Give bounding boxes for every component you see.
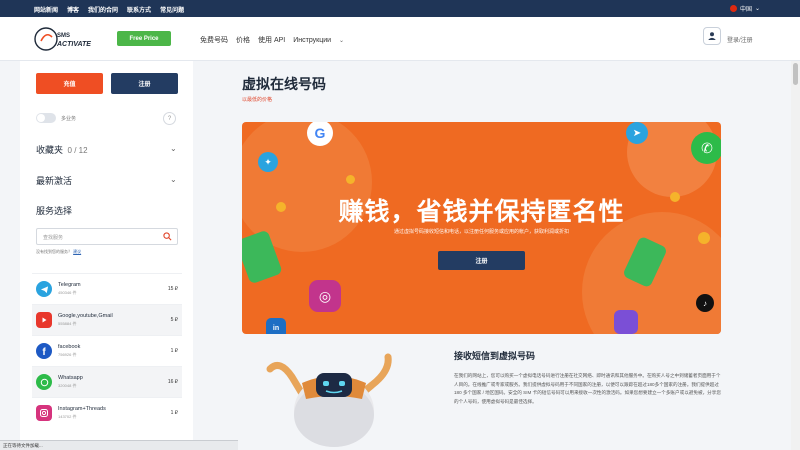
search-placeholder: 查找服务 <box>43 235 64 241</box>
service-item-telegram[interactable]: Telegram 450346 件 15 ₽ <box>32 273 182 304</box>
chevron-down-icon[interactable]: ⌄ <box>170 175 177 184</box>
site-header: SMS ACTIVATE Free Price 免费号码 价格 使用 API И… <box>0 17 800 61</box>
hint-text: 没有找到您的服务？ <box>36 249 72 254</box>
top-info-bar: 网站新闻 博客 我们的合同 联系方式 常见问题 中国 ⌄ <box>0 0 800 17</box>
recent-section[interactable]: 最新激活 <box>36 174 72 187</box>
favorites-title: 收藏夹 <box>36 145 64 155</box>
service-name: Telegram <box>58 282 81 288</box>
favorites-count: 0 / 12 <box>67 146 88 155</box>
instagram-icon <box>36 405 52 421</box>
service-name: Whatsapp <box>58 375 83 381</box>
top-link-news[interactable]: 网站新闻 <box>34 5 58 14</box>
nav-instructions[interactable]: Инструкции <box>293 37 331 44</box>
linkedin-icon: in <box>266 318 286 334</box>
twitter-icon: ✦ <box>258 152 278 172</box>
tiktok-icon: ♪ <box>696 294 714 312</box>
chevron-down-icon[interactable]: ⌄ <box>339 37 344 44</box>
nav-api[interactable]: 使用 API <box>258 35 285 45</box>
top-link-faq[interactable]: 常见问题 <box>160 5 184 14</box>
service-name: facebook <box>58 344 81 350</box>
recharge-button[interactable]: 充值 <box>36 73 103 94</box>
service-name: Google,youtube,Gmail <box>58 313 113 319</box>
section-title: 接收短信到虚拟号码 <box>454 351 536 361</box>
china-flag-icon <box>729 5 737 12</box>
service-count: 450346 件 <box>58 290 77 295</box>
suggest-service-hint: 没有找到您的服务？ 建议 <box>36 249 81 255</box>
chevron-down-icon: ⌄ <box>754 6 760 12</box>
user-icon-button[interactable] <box>703 27 721 45</box>
sidebar: 充值 注册 多业务 ? 收藏夹 0 / 12 ⌄ 最新激活 ⌄ 服务选择 查找服… <box>20 61 193 450</box>
instagram-icon: ◎ <box>309 280 341 312</box>
service-list: Telegram 450346 件 15 ₽ Google,youtube,Gma… <box>32 273 182 428</box>
viber-icon <box>614 310 638 334</box>
whatsapp-icon: ✆ <box>691 132 721 164</box>
telegram-icon: ➤ <box>626 122 648 144</box>
recent-title: 最新激活 <box>36 176 73 186</box>
search-icon[interactable] <box>163 232 172 241</box>
main-nav: 免费号码 价格 使用 API Инструкции ⌄ <box>200 35 344 45</box>
nav-free-numbers[interactable]: 免费号码 <box>200 35 228 45</box>
favorites-section[interactable]: 收藏夹 0 / 12 <box>36 143 88 156</box>
service-item-whatsapp[interactable]: Whatsapp 320048 件 16 ₽ <box>32 366 182 397</box>
service-item-instagram[interactable]: Instagram+Threads 143702 件 1 ₽ <box>32 397 182 428</box>
service-item-facebook[interactable]: f facebook 756926 件 1 ₽ <box>32 335 182 366</box>
service-price: 16 ₽ <box>167 379 178 385</box>
section-text: 在我们的网站上，您可以购买一个虚拟电话号码进行注册在社交网络、即时通讯和其他服务… <box>454 373 721 404</box>
multi-service-toggle-row: 多业务 <box>36 113 76 123</box>
language-label: 中国 <box>739 7 752 13</box>
help-icon[interactable]: ? <box>163 112 176 125</box>
facebook-icon: f <box>36 343 52 359</box>
banner-title: 赚钱，省钱并保持匿名性 <box>338 198 625 226</box>
page-scrollbar[interactable] <box>791 61 800 450</box>
scrollbar-thumb[interactable] <box>793 63 798 85</box>
logo[interactable]: SMS ACTIVATE <box>33 25 107 53</box>
svg-text:SMS: SMS <box>57 33 70 39</box>
nav-prices[interactable]: 价格 <box>236 35 250 45</box>
banner-register-button[interactable]: 注册 <box>438 251 525 270</box>
service-price: 1 ₽ <box>170 410 178 416</box>
service-price: 1 ₽ <box>170 348 178 354</box>
language-selector[interactable]: 中国 ⌄ <box>729 4 760 13</box>
service-count: 320048 件 <box>58 383 77 388</box>
page-subtitle: 以最低的价格 <box>242 97 273 103</box>
whatsapp-icon <box>36 374 52 390</box>
top-link-contacts[interactable]: 联系方式 <box>127 5 151 14</box>
google-icon <box>36 312 52 328</box>
service-count: 555884 件 <box>58 321 77 326</box>
top-link-blog[interactable]: 博客 <box>67 5 79 14</box>
service-price: 15 ₽ <box>167 286 178 292</box>
multi-service-toggle[interactable] <box>36 113 56 123</box>
register-button[interactable]: 注册 <box>111 73 178 94</box>
coin-icon <box>346 175 355 184</box>
suggest-link[interactable]: 建议 <box>73 249 81 254</box>
toggle-label: 多业务 <box>61 115 77 122</box>
banner-description: 通过虚拟号码接收短信和电话，以注册任何服务或应用的帐户，获取利润或折扣 <box>393 229 569 235</box>
user-icon <box>708 32 716 40</box>
chevron-down-icon[interactable]: ⌄ <box>170 144 177 153</box>
login-register-link[interactable]: 登录/注册 <box>727 35 753 44</box>
svg-text:ACTIVATE: ACTIVATE <box>56 41 91 48</box>
robot-illustration <box>262 349 402 450</box>
top-links: 网站新闻 博客 我们的合同 联系方式 常见问题 <box>34 5 184 14</box>
services-title: 服务选择 <box>36 206 73 216</box>
service-price: 5 ₽ <box>170 317 178 323</box>
promo-banner: G ✦ ◎ in ➤ ✆ ♪ 赚钱，省钱并保持匿名性 通过虚拟号码接收短信和电话… <box>242 122 721 334</box>
browser-status-bar: 正在等待文件加载... <box>0 440 238 450</box>
free-price-button[interactable]: Free Price <box>117 31 171 46</box>
service-count: 143702 件 <box>58 414 77 419</box>
page-title: 虚拟在线号码 <box>242 76 326 92</box>
service-name: Instagram+Threads <box>58 406 106 412</box>
service-count: 756926 件 <box>58 352 77 357</box>
telegram-icon <box>36 281 52 297</box>
service-item-google[interactable]: Google,youtube,Gmail 555884 件 5 ₽ <box>32 304 182 335</box>
service-search-input[interactable]: 查找服务 <box>36 228 178 245</box>
top-link-contract[interactable]: 我们的合同 <box>88 5 118 14</box>
